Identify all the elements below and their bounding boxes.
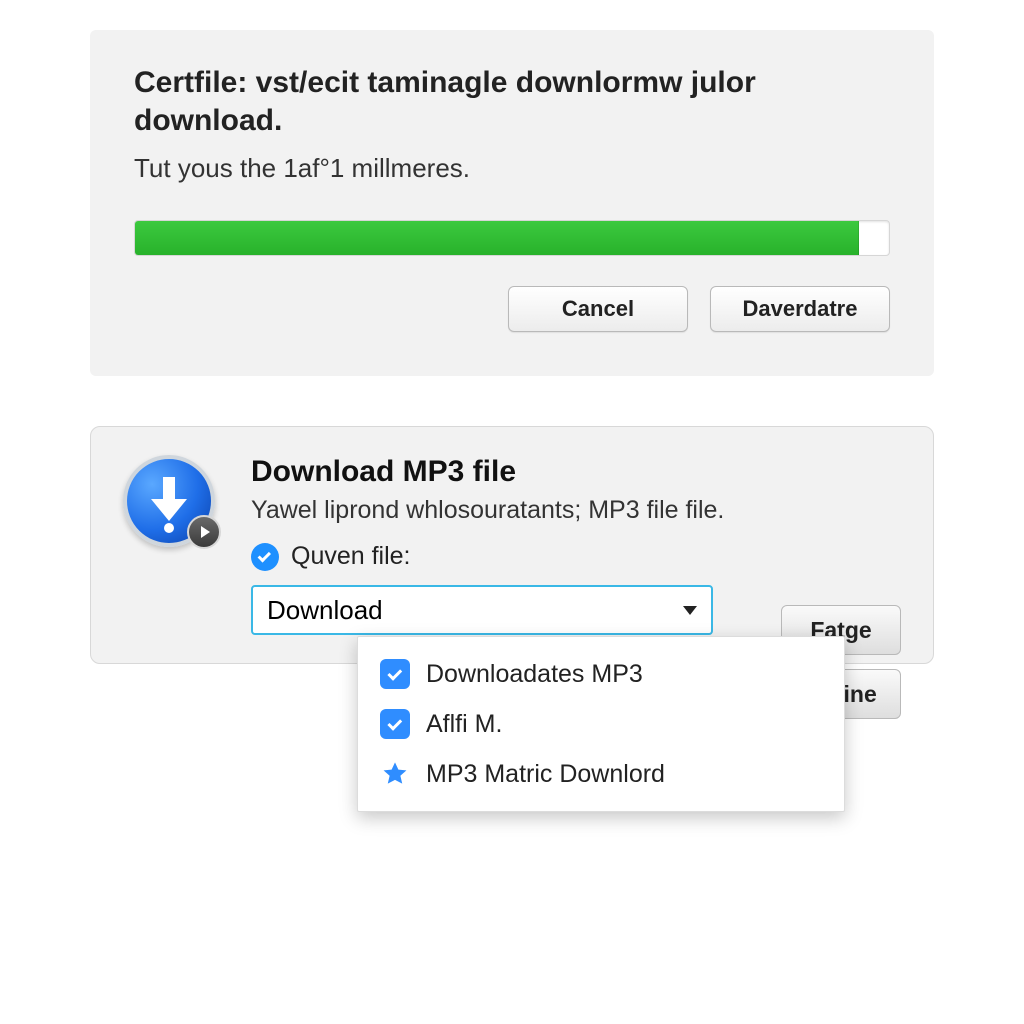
checkbox-icon	[380, 709, 410, 739]
dropdown-option-label: Downloadates MP3	[426, 660, 643, 689]
section-title: Download MP3 file	[251, 455, 901, 489]
panel-subtitle: Tut yous the 1af°1 millmeres.	[134, 153, 890, 184]
dialog-button-row: Cancel Daverdatre	[134, 286, 890, 332]
dropdown-option-label: Aflfi M.	[426, 710, 502, 739]
download-mp3-panel: Download MP3 file Yawel liprond whlosour…	[90, 426, 934, 664]
file-label-row: Quven file:	[251, 542, 901, 571]
star-icon	[380, 759, 410, 789]
dropdown-option[interactable]: Downloadates MP3	[358, 649, 844, 699]
download-dropdown[interactable]: Downloadates MP3 Aflfi M. MP3 Matric Dow…	[357, 636, 845, 812]
cancel-button[interactable]: Cancel	[508, 286, 688, 332]
file-label: Quven file:	[291, 542, 411, 571]
checkbox-icon	[380, 659, 410, 689]
download-progress-panel: Certfile: vst/ecit taminagle downlormw j…	[90, 30, 934, 376]
check-icon	[251, 543, 279, 571]
chevron-right-icon	[187, 515, 221, 549]
download-icon	[123, 455, 215, 547]
select-value: Download	[267, 595, 383, 626]
dropdown-option-label: MP3 Matric Downlord	[426, 760, 665, 789]
section-description: Yawel liprond whlosouratants; MP3 file f…	[251, 495, 771, 526]
progress-bar	[134, 220, 890, 256]
progress-fill	[135, 221, 859, 255]
panel-title: Certfile: vst/ecit taminagle downlormw j…	[134, 64, 890, 139]
download-select[interactable]: Download	[251, 585, 713, 635]
daverdatre-button[interactable]: Daverdatre	[710, 286, 890, 332]
dropdown-option[interactable]: MP3 Matric Downlord	[358, 749, 844, 799]
dropdown-option[interactable]: Aflfi M.	[358, 699, 844, 749]
chevron-down-icon	[683, 606, 697, 615]
